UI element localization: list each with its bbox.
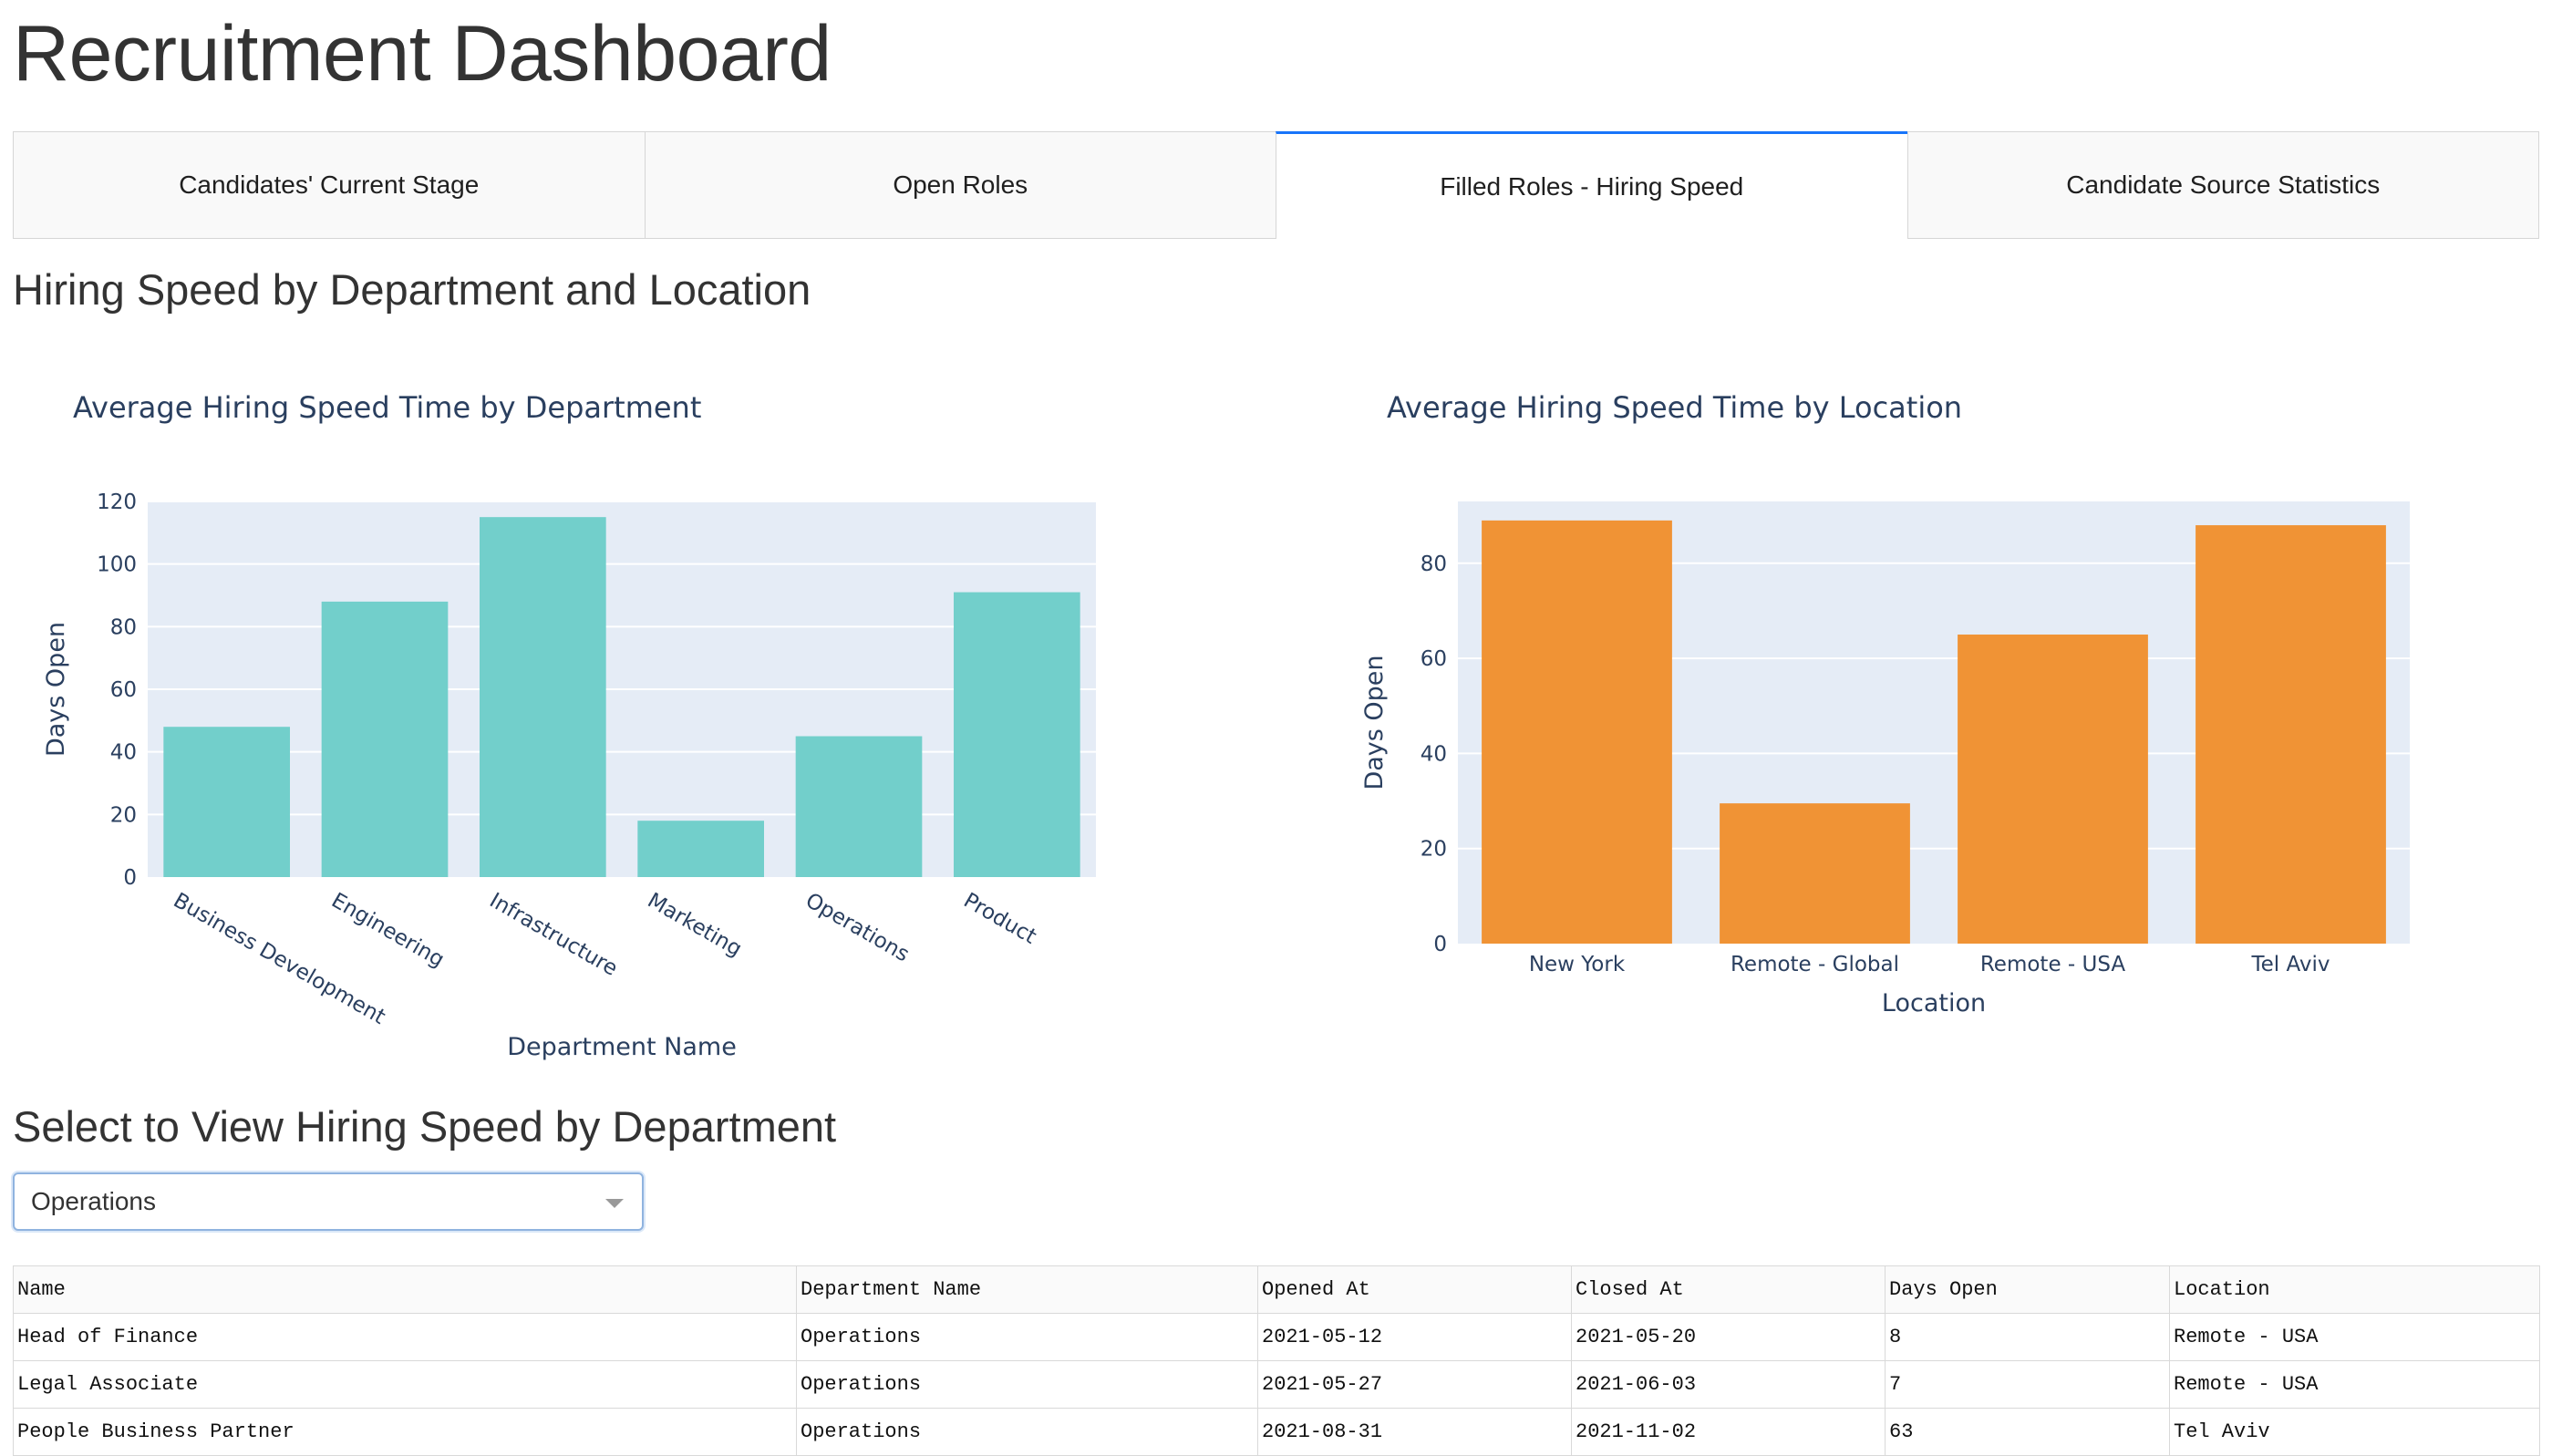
y-tick-label: 20: [110, 803, 137, 827]
y-tick-label: 0: [123, 866, 137, 890]
table-cell-days-open[interactable]: 7: [1885, 1360, 2170, 1409]
y-tick-label: 0: [1433, 933, 1447, 956]
column-header-name[interactable]: Name: [13, 1265, 797, 1314]
x-axis-title: Location: [1882, 989, 1986, 1017]
x-tick-label: New York: [1529, 953, 1626, 976]
table-cell-location[interactable]: Remote - USA: [2169, 1360, 2540, 1409]
table-cell-department[interactable]: Operations: [796, 1360, 1258, 1409]
chart-title: Average Hiring Speed Time by Location: [1387, 390, 1962, 425]
bar-operations: [795, 736, 923, 877]
tab-candidates-current-stage[interactable]: Candidates' Current Stage: [13, 131, 645, 239]
chevron-down-icon[interactable]: [605, 1199, 624, 1208]
bar-marketing: [637, 821, 764, 877]
x-tick-label: Operations: [801, 889, 914, 967]
bar-tel-aviv: [2196, 525, 2386, 944]
y-tick-label: 60: [1421, 647, 1447, 671]
y-tick-label: 40: [110, 741, 137, 765]
page-title: Recruitment Dashboard: [13, 10, 832, 98]
location-bar-chart: Average Hiring Speed Time by Location 0 20…: [1360, 390, 2410, 1017]
tab-open-roles[interactable]: Open Roles: [644, 131, 1276, 239]
bar-remote-global: [1720, 803, 1910, 944]
department-bar-chart: Average Hiring Speed Time by Department 0…: [42, 390, 1096, 1061]
x-tick-label: Remote - USA: [1980, 953, 2126, 976]
table-cell-closed-at[interactable]: 2021-06-03: [1571, 1360, 1886, 1409]
column-header-days-open[interactable]: Days Open: [1885, 1265, 2170, 1314]
chart-title: Average Hiring Speed Time by Department: [73, 390, 701, 425]
table-cell-closed-at[interactable]: 2021-05-20: [1571, 1313, 1886, 1361]
y-tick-label: 100: [97, 553, 137, 577]
y-tick-label: 80: [110, 615, 137, 639]
table-cell-days-open[interactable]: 8: [1885, 1313, 2170, 1361]
dropdown-selected-value: Operations: [31, 1187, 156, 1215]
table-cell-name[interactable]: Legal Associate: [13, 1360, 797, 1409]
table-header-row: Name Department Name Opened At Closed At…: [13, 1265, 2540, 1314]
y-axis-title: Days Open: [1360, 655, 1389, 790]
x-tick-label: Product: [959, 889, 1040, 949]
x-tick-label: Tel Aviv: [2251, 953, 2330, 976]
table-cell-department[interactable]: Operations: [796, 1313, 1258, 1361]
table-cell-name[interactable]: Head of Finance: [13, 1313, 797, 1361]
x-tick-label: Marketing: [644, 889, 746, 962]
table-cell-opened-at[interactable]: 2021-05-27: [1257, 1360, 1572, 1409]
bar-business-development: [163, 727, 290, 877]
table-cell-opened-at[interactable]: 2021-05-12: [1257, 1313, 1572, 1361]
bar-product: [954, 592, 1080, 877]
column-header-opened-at[interactable]: Opened At: [1257, 1265, 1572, 1314]
y-tick-label: 40: [1421, 742, 1447, 766]
hiring-speed-table: Name Department Name Opened At Closed At…: [13, 1265, 2540, 1456]
y-tick-label: 80: [1421, 552, 1447, 576]
x-tick-label: Remote - Global: [1731, 953, 1899, 976]
x-tick-label: Infrastructure: [485, 889, 621, 981]
section-title-select-department: Select to View Hiring Speed by Departmen…: [13, 1102, 837, 1151]
bar-infrastructure: [480, 517, 606, 877]
section-title-hiring-speed: Hiring Speed by Department and Location: [13, 265, 811, 314]
department-dropdown[interactable]: Operations: [13, 1172, 644, 1231]
column-header-location[interactable]: Location: [2169, 1265, 2540, 1314]
x-axis-title: Department Name: [507, 1033, 737, 1061]
y-tick-label: 120: [97, 490, 137, 514]
table-cell-location[interactable]: Remote - USA: [2169, 1313, 2540, 1361]
tab-candidate-source-statistics[interactable]: Candidate Source Statistics: [1906, 131, 2539, 239]
tab-filled-roles-hiring-speed[interactable]: Filled Roles - Hiring Speed: [1276, 131, 1907, 239]
table-row: Head of Finance Operations 2021-05-12 20…: [13, 1313, 2540, 1361]
column-header-department-name[interactable]: Department Name: [796, 1265, 1258, 1314]
y-tick-label: 60: [110, 678, 137, 702]
table-row: Legal Associate Operations 2021-05-27 20…: [13, 1360, 2540, 1409]
column-header-closed-at[interactable]: Closed At: [1571, 1265, 1886, 1314]
bar-new-york: [1482, 520, 1672, 944]
tab-bar: Candidates' Current Stage Open Roles Fil…: [13, 131, 2539, 239]
x-tick-label: Engineering: [327, 889, 449, 973]
y-tick-label: 20: [1421, 838, 1447, 862]
y-axis-title: Days Open: [42, 622, 70, 757]
bar-remote-usa: [1958, 635, 2148, 944]
bar-engineering: [321, 601, 449, 877]
